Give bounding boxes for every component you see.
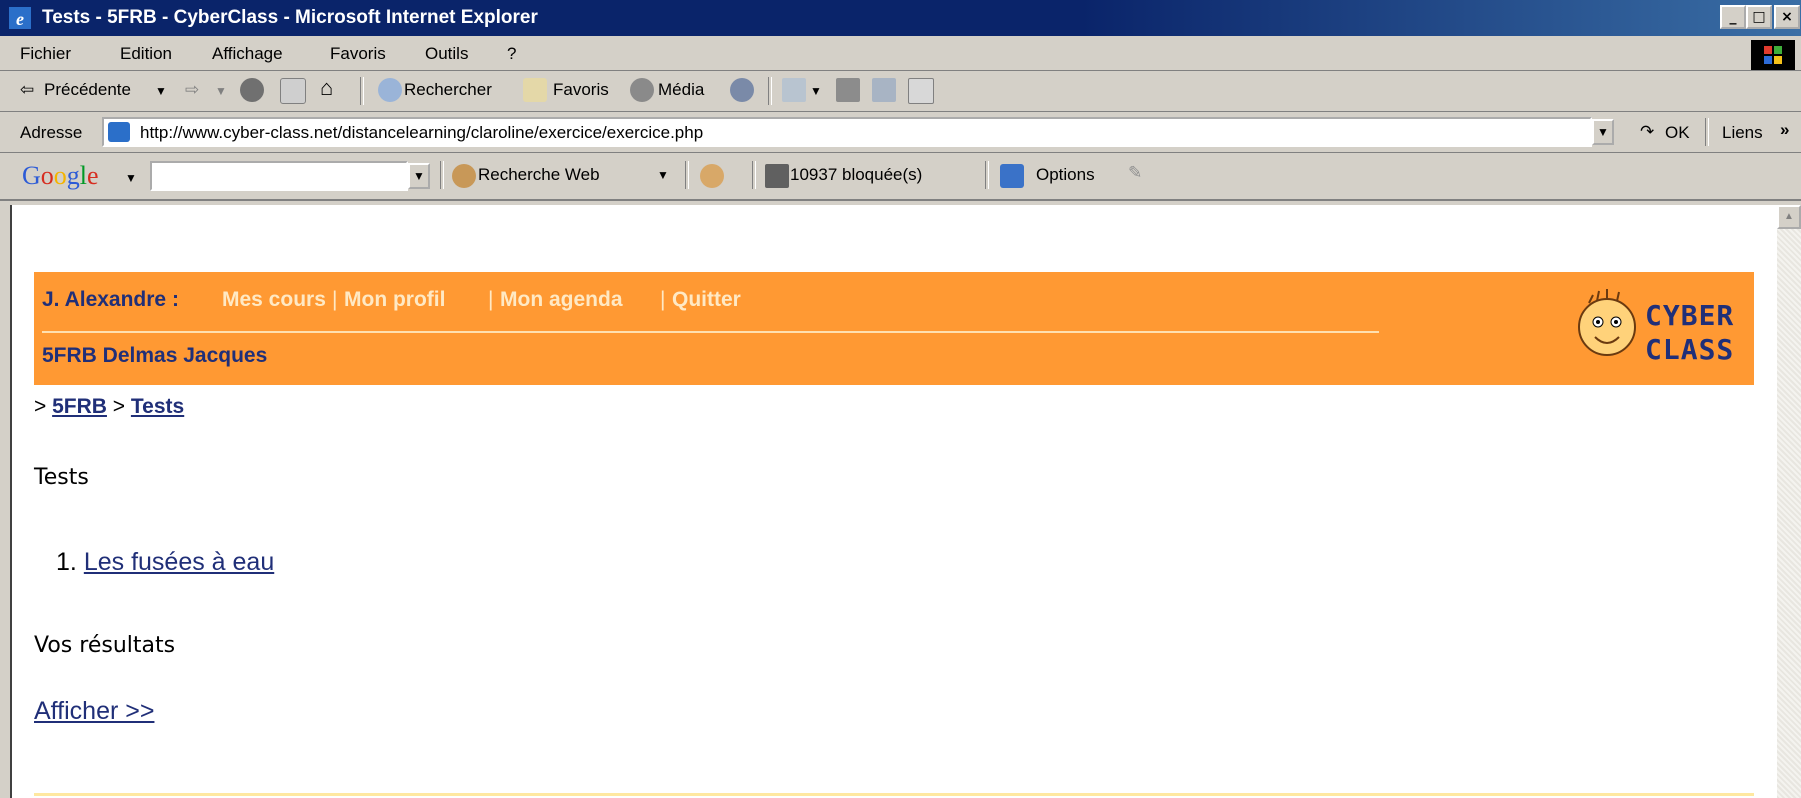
cyberclass-logo[interactable]: CYBER CLASS <box>1567 277 1737 377</box>
breadcrumb-current-link[interactable]: Tests <box>131 395 184 418</box>
show-results-link[interactable]: Afficher >> <box>34 697 154 726</box>
mail-dropdown-icon[interactable]: ▼ <box>810 84 822 98</box>
header-banner: J. Alexandre : Mes cours | Mon profil | … <box>34 272 1754 385</box>
nav-quit[interactable]: Quitter <box>672 288 741 312</box>
separator <box>752 161 756 189</box>
standard-toolbar: ⇦ Précédente ▼ ⇨ ▼ ⌂ Rechercher Favoris … <box>0 71 1801 112</box>
nav-my-profile[interactable]: Mon profil <box>344 288 445 312</box>
forward-icon[interactable]: ⇨ <box>185 80 199 100</box>
menu-affichage[interactable]: Affichage <box>212 44 283 64</box>
google-search-dropdown-icon[interactable]: ▼ <box>408 163 430 189</box>
address-bar: Adresse http://www.cyber-class.net/dista… <box>0 112 1801 153</box>
search-icon[interactable] <box>378 78 402 102</box>
go-button[interactable]: OK <box>1665 123 1690 143</box>
popups-blocked-count[interactable]: 10937 bloquée(s) <box>790 165 922 185</box>
nav-separator: | <box>332 288 338 311</box>
menu-fichier[interactable]: Fichier <box>20 44 71 64</box>
menu-favoris[interactable]: Favoris <box>330 44 386 64</box>
google-dropdown-icon[interactable]: ▼ <box>125 171 137 185</box>
logo-text-cyber: CYBER <box>1645 299 1735 332</box>
scroll-up-arrow-icon[interactable]: ▲ <box>1777 205 1801 229</box>
window-title: Tests - 5FRB - CyberClass - Microsoft In… <box>42 7 538 28</box>
search-web-dropdown-icon[interactable]: ▼ <box>657 168 669 182</box>
search-button[interactable]: Rechercher <box>404 80 492 100</box>
title-bar: e Tests - 5FRB - CyberClass - Microsoft … <box>0 0 1801 36</box>
menu-help[interactable]: ? <box>507 44 516 64</box>
nav-my-agenda[interactable]: Mon agenda <box>500 288 623 312</box>
nav-separator: | <box>660 288 666 311</box>
google-toolbar: Google ▼ ▼ Recherche Web ▼ 10937 bloquée… <box>0 153 1801 201</box>
minimize-button[interactable]: _ <box>1720 5 1746 29</box>
nav-separator: | <box>488 288 494 311</box>
page-viewport: J. Alexandre : Mes cours | Mon profil | … <box>10 205 1779 798</box>
menu-outils[interactable]: Outils <box>425 44 468 64</box>
print-icon[interactable] <box>836 78 860 102</box>
breadcrumb-course-link[interactable]: 5FRB <box>52 395 107 418</box>
banner-divider <box>42 331 1379 333</box>
stop-icon[interactable] <box>240 78 264 102</box>
forward-dropdown-icon[interactable]: ▼ <box>215 84 227 98</box>
address-input[interactable]: http://www.cyber-class.net/distancelearn… <box>102 117 1592 147</box>
address-dropdown-icon[interactable]: ▼ <box>1592 119 1614 145</box>
discuss-icon[interactable] <box>908 78 934 104</box>
google-search-input[interactable] <box>150 161 408 191</box>
edit-icon[interactable] <box>872 78 896 102</box>
breadcrumb-prefix: > <box>34 395 47 418</box>
internet-explorer-icon: e <box>9 7 31 29</box>
address-url: http://www.cyber-class.net/distancelearn… <box>140 123 704 142</box>
separator <box>985 161 989 189</box>
options-button[interactable]: Options <box>1036 165 1095 185</box>
user-name: J. Alexandre : <box>42 288 179 311</box>
menu-edition[interactable]: Edition <box>120 44 172 64</box>
pagerank-icon[interactable] <box>700 164 724 188</box>
media-button[interactable]: Média <box>658 80 704 100</box>
mail-icon[interactable] <box>782 78 806 102</box>
nav-my-courses[interactable]: Mes cours <box>222 288 326 312</box>
separator <box>440 161 444 189</box>
options-icon <box>1000 164 1024 188</box>
page-icon <box>108 122 130 142</box>
back-dropdown-icon[interactable]: ▼ <box>155 84 167 98</box>
search-web-button[interactable]: Recherche Web <box>478 165 600 185</box>
exercise-list: 1. Les fusées à eau <box>56 548 274 577</box>
home-icon[interactable]: ⌂ <box>320 75 333 101</box>
exercise-link[interactable]: Les fusées à eau <box>84 548 274 576</box>
highlighter-icon[interactable]: ✎ <box>1128 163 1142 183</box>
media-icon[interactable] <box>630 78 654 102</box>
mascot-icon <box>1578 289 1636 356</box>
history-icon[interactable] <box>730 78 754 102</box>
windows-logo-icon <box>1751 40 1795 70</box>
vertical-scrollbar[interactable]: ▲ <box>1777 205 1801 798</box>
separator <box>685 161 689 189</box>
maximize-button[interactable]: □ <box>1746 5 1772 29</box>
binoculars-icon <box>452 164 476 188</box>
course-name: 5FRB Delmas Jacques <box>42 344 268 367</box>
exercise-number: 1. <box>56 548 77 576</box>
menu-bar: Fichier Edition Affichage Favoris Outils… <box>0 36 1801 71</box>
breadcrumb-separator: > <box>112 395 126 418</box>
google-logo[interactable]: Google <box>22 161 99 191</box>
go-arrow-icon[interactable]: ↷ <box>1640 122 1654 142</box>
links-label[interactable]: Liens <box>1722 123 1763 143</box>
back-button[interactable]: Précédente <box>44 80 131 100</box>
logo-text-class: CLASS <box>1645 333 1735 366</box>
chevron-right-icon[interactable]: » <box>1780 120 1789 140</box>
refresh-icon[interactable] <box>280 78 306 104</box>
address-label: Adresse <box>20 123 83 142</box>
favorites-button[interactable]: Favoris <box>553 80 609 100</box>
separator <box>1705 118 1709 146</box>
breadcrumb: > 5FRB > Tests <box>34 395 184 419</box>
results-heading: Vos résultats <box>34 633 176 658</box>
popup-blocker-icon <box>765 164 789 188</box>
back-arrow-icon[interactable]: ⇦ <box>20 80 34 100</box>
separator <box>360 77 364 105</box>
page-title: Tests <box>34 465 89 490</box>
svg-text:e: e <box>16 9 24 29</box>
close-button[interactable]: × <box>1774 5 1800 29</box>
footer-divider <box>34 793 1754 796</box>
favorites-icon[interactable] <box>523 78 547 102</box>
separator <box>768 77 772 105</box>
